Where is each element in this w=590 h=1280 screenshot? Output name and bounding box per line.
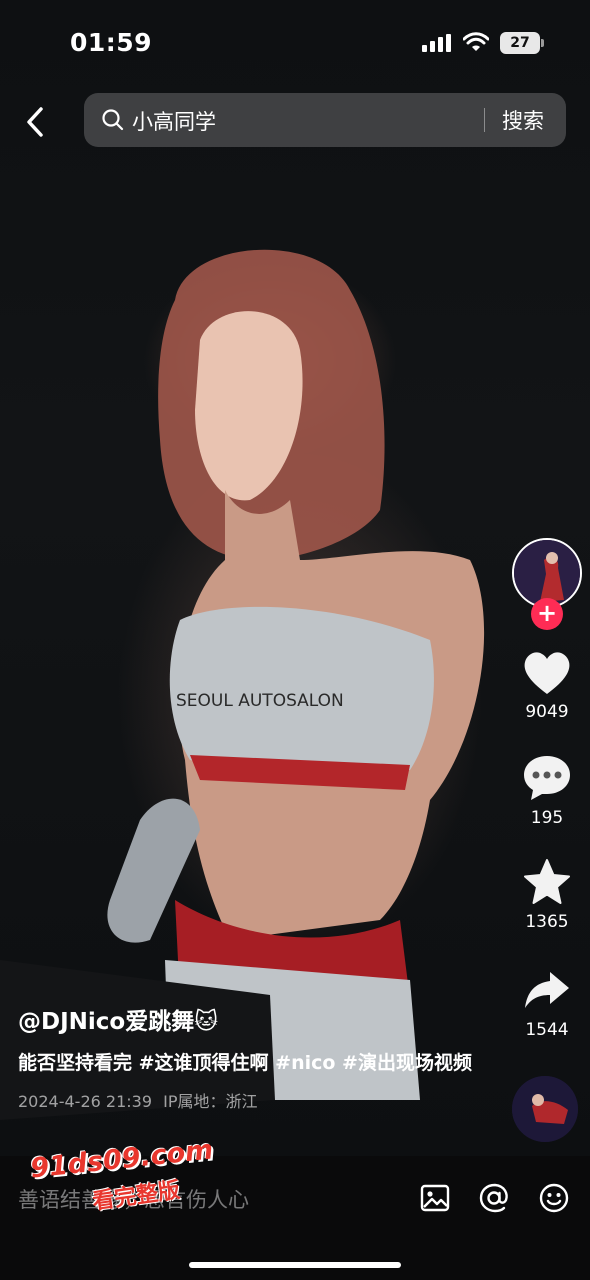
share-button[interactable]: 1544: [508, 968, 586, 1040]
video-description[interactable]: 能否坚持看完 #这谁顶得住啊 #nico #演出现场视频: [18, 1048, 498, 1078]
post-meta: 2024-4-26 21:39 IP属地：浙江: [18, 1088, 498, 1112]
search-button[interactable]: 搜索: [502, 105, 544, 135]
author-name[interactable]: @DJNico爱跳舞🐱: [18, 1002, 498, 1036]
like-button[interactable]: 9049: [508, 650, 586, 722]
back-button[interactable]: [14, 100, 58, 144]
cellular-signal-icon: [422, 34, 451, 52]
search-divider: [484, 108, 485, 132]
heart-icon: [524, 652, 570, 694]
ip-location: IP属地：浙江: [163, 1092, 258, 1111]
battery-cap: [541, 39, 544, 47]
mention-icon[interactable]: [478, 1182, 510, 1214]
share-arrow-icon: [525, 972, 569, 1008]
video-player[interactable]: SEOUL AUTOSALON: [0, 0, 590, 1160]
like-count: 9049: [525, 702, 569, 722]
emoji-icon[interactable]: [538, 1182, 570, 1214]
shirt-print: SEOUL AUTOSALON: [176, 691, 344, 711]
battery-indicator: 27: [500, 32, 540, 54]
home-indicator: [189, 1262, 401, 1268]
follow-button[interactable]: +: [531, 598, 563, 630]
favorite-count: 1365: [525, 912, 569, 932]
comment-bubble-icon: [524, 756, 570, 800]
status-bar: 01:59 27: [0, 0, 590, 86]
star-icon: [524, 859, 570, 904]
favorite-button[interactable]: 1365: [508, 858, 586, 932]
search-icon: [102, 109, 124, 131]
author-handle[interactable]: @DJNico爱跳舞: [18, 1009, 194, 1035]
status-time: 01:59: [70, 28, 153, 57]
post-date: 2024-4-26 21:39: [18, 1092, 152, 1111]
wifi-icon: [463, 32, 489, 51]
video-caption: @DJNico爱跳舞🐱 能否坚持看完 #这谁顶得住啊 #nico #演出现场视频…: [18, 1002, 498, 1112]
search-bar[interactable]: 小高同学 搜索: [84, 93, 566, 147]
comment-count: 195: [530, 808, 564, 828]
author-emoji: 🐱: [194, 1009, 219, 1035]
share-count: 1544: [525, 1020, 569, 1040]
search-input[interactable]: 小高同学: [132, 106, 216, 136]
video-frame-figure: SEOUL AUTOSALON: [0, 249, 485, 1120]
comment-button[interactable]: 195: [508, 754, 586, 828]
image-picker-icon[interactable]: [419, 1182, 451, 1214]
music-disc-image: [512, 1076, 578, 1142]
music-disc[interactable]: [512, 1076, 578, 1142]
